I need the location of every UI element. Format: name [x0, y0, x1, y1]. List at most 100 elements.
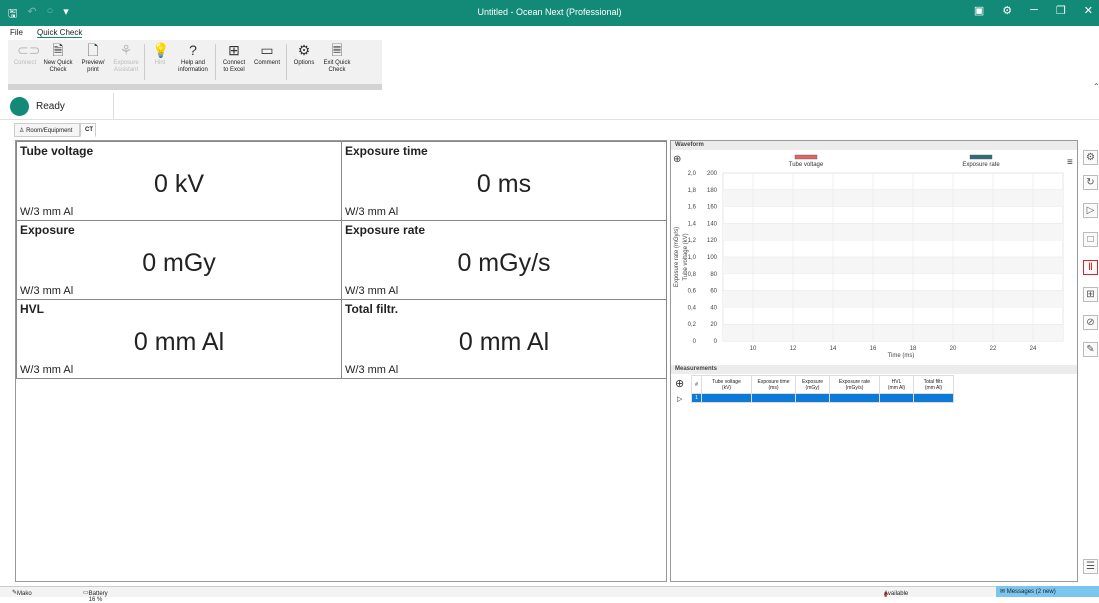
quantity-label: Exposure time — [345, 144, 428, 158]
x-tick-label: 18 — [910, 346, 917, 352]
ribbon-collapse-icon[interactable]: ⌃ — [1093, 82, 1099, 91]
grid-band — [723, 290, 1063, 308]
measurements-header: Measurements — [671, 365, 1077, 374]
preview-icon: 🗋 — [87, 42, 99, 58]
y-tick-label: 160 — [707, 205, 718, 211]
tab-ct[interactable]: CT — [80, 123, 96, 137]
quantity-cell[interactable]: Tube voltage 0 kV W/3 mm Al — [16, 141, 342, 221]
settings-icon[interactable]: ⚙ — [1083, 150, 1098, 165]
table-cell — [701, 393, 752, 403]
waveform-header: Waveform — [671, 141, 1077, 150]
y-tick-label: 60 — [710, 289, 717, 295]
column-header[interactable]: Exposure (mGy) — [795, 375, 830, 394]
y-tick-label: 2,0 — [688, 171, 697, 177]
hint-button[interactable]: 💡 Hint — [148, 42, 172, 67]
column-header[interactable]: HVL (mm Al) — [879, 375, 914, 394]
quantity-filter: W/3 mm Al — [20, 364, 74, 376]
x-tick-label: 20 — [950, 346, 957, 352]
quantity-label: Tube voltage — [20, 144, 94, 158]
quantity-filter: W/3 mm Al — [20, 285, 74, 297]
column-header[interactable]: # — [691, 375, 702, 394]
options-icon: ⚙ — [297, 42, 311, 58]
options-button[interactable]: ⚙ Options — [290, 42, 318, 67]
x-tick-label: 10 — [750, 346, 757, 352]
status-row: Ready — [0, 93, 1099, 120]
y-tick-label: 0 — [714, 339, 718, 345]
comment-button[interactable]: ▭ Comment — [252, 42, 282, 67]
help-button[interactable]: ? Help and information — [174, 42, 212, 74]
y-tick-label: 1,4 — [688, 221, 697, 227]
stop-icon[interactable]: □ — [1083, 232, 1098, 247]
tab-room-equipment[interactable]: ♙ Room/Equipment — [14, 123, 80, 137]
play-icon[interactable]: ▷ — [1083, 203, 1098, 218]
close-button[interactable]: ✕ — [1084, 4, 1093, 17]
quantity-label: HVL — [20, 302, 44, 316]
exposure-assistant-button[interactable]: ⚘ Exposure Assistant — [110, 42, 142, 74]
window-title: Untitled - Ocean Next (Professional) — [477, 7, 622, 17]
menu-bar: File Quick Check — [0, 26, 1099, 40]
quantity-filter: W/3 mm Al — [20, 206, 74, 218]
table-row[interactable]: 1 — [691, 393, 954, 403]
y-tick-label: 0,2 — [688, 322, 697, 328]
attach-icon[interactable]: ⊘ — [1083, 315, 1098, 330]
quantity-filter: W/3 mm Al — [345, 364, 399, 376]
quantity-cell[interactable]: Exposure 0 mGy W/3 mm Al — [16, 220, 342, 300]
y-tick-label: 0,8 — [688, 272, 697, 278]
pause-icon[interactable]: Ⅱ — [1083, 260, 1098, 275]
new-document-icon: 🗎 — [52, 42, 64, 58]
column-header[interactable]: Exposure rate (mGy/s) — [829, 375, 880, 394]
waveform-chart[interactable]: 0 0 20 0,2 40 0,4 60 0,6 80 0,8 100 1,0 120 1,2 140 1,4… — [671, 151, 1077, 363]
column-header[interactable]: Exposure time (ms) — [751, 375, 796, 394]
column-header[interactable]: Tube voltage (kV) — [701, 375, 752, 394]
table-cell — [795, 393, 830, 403]
menu-file[interactable]: File — [10, 28, 23, 37]
exit-icon: 🗏 — [331, 42, 343, 58]
exit-quick-check-button[interactable]: 🗏 Exit Quick Check — [320, 42, 354, 74]
quantity-label: Exposure — [20, 223, 75, 237]
menu-quick-check[interactable]: Quick Check — [37, 28, 83, 38]
quantity-value: 0 mm Al — [133, 328, 225, 356]
ribbon-display-icon[interactable]: ▣ — [974, 4, 984, 17]
edit-icon[interactable]: ✎ — [1083, 342, 1098, 357]
connect-button[interactable]: ⊂⊃ Connect — [12, 42, 41, 67]
battery-status: ▭ Battery 16 % — [83, 590, 108, 603]
messages-button[interactable]: ✉ Messages (2 new) — [996, 586, 1099, 597]
table-cell — [751, 393, 796, 403]
room-icon: ♙ — [19, 128, 25, 134]
table-cell — [913, 393, 954, 403]
zoom-in-icon[interactable]: ⊕ — [675, 377, 684, 390]
new-quick-check-button[interactable]: 🗎 New Quick Check — [40, 42, 76, 74]
comment-icon: ▭ — [260, 42, 274, 58]
quantity-cell[interactable]: Exposure rate 0 mGy/s W/3 mm Al — [341, 220, 667, 300]
connect-excel-button[interactable]: ⊞ Connect to Excel — [219, 42, 249, 74]
y-tick-label: 40 — [710, 305, 717, 311]
preview-print-button[interactable]: 🗋 Preview/print — [78, 42, 108, 74]
maximize-button[interactable]: ❐ — [1056, 4, 1066, 17]
x-tick-label: 14 — [830, 346, 837, 352]
row-pointer-icon: ▷ — [677, 396, 683, 403]
y-axis-label-inner: Tube voltage (kV) — [683, 233, 689, 280]
quantity-value: 0 mGy — [142, 249, 216, 277]
minimize-button[interactable]: ─ — [1030, 4, 1038, 17]
y-tick-label: 0,4 — [688, 305, 697, 311]
column-header[interactable]: Total filtr. (mm Al) — [913, 375, 954, 394]
list-icon[interactable]: ☰ — [1083, 559, 1098, 574]
y-tick-label: 180 — [707, 188, 718, 194]
reset-icon[interactable]: ↻ — [1083, 175, 1098, 190]
quantity-value: 0 kV — [153, 170, 205, 198]
y-tick-label: 0,6 — [688, 289, 697, 295]
quantity-cell[interactable]: Exposure time 0 ms W/3 mm Al — [341, 141, 667, 221]
connect-icon: ⊂⊃ — [17, 42, 41, 58]
quantity-cell[interactable]: Total filtr. 0 mm Al W/3 mm Al — [341, 299, 667, 379]
grid-band — [723, 324, 1063, 341]
quantity-cell[interactable]: HVL 0 mm Al W/3 mm Al — [16, 299, 342, 379]
zoom-icon: ⊕ — [673, 154, 681, 165]
quantity-value: 0 mm Al — [458, 328, 550, 356]
layout-icon[interactable]: ⊞ — [1083, 287, 1098, 302]
grid-band — [723, 257, 1063, 274]
y-tick-label: 0 — [693, 339, 697, 345]
settings-icon[interactable]: ⚙ — [1002, 4, 1012, 17]
y-tick-label: 100 — [707, 255, 718, 261]
grid-band — [723, 223, 1063, 241]
chart-menu-icon: ≡ — [1067, 157, 1073, 168]
